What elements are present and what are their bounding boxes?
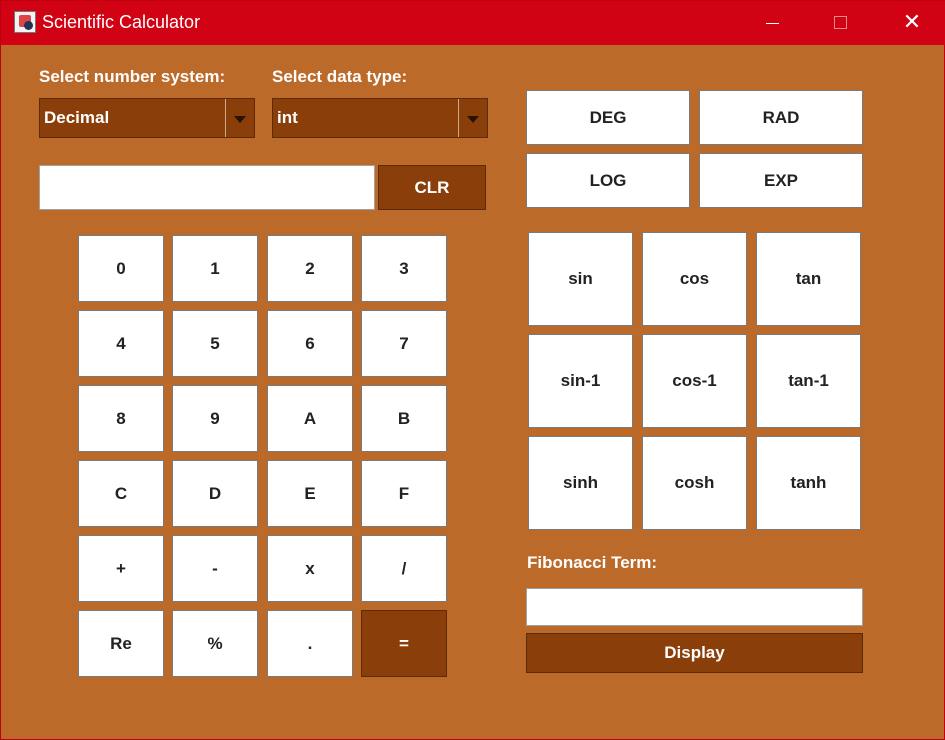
chevron-down-icon[interactable] [458,99,487,137]
key-button[interactable]: 6 [267,310,353,377]
key-button[interactable]: A [267,385,353,452]
key-button[interactable]: F [361,460,447,527]
calculator-window: Scientific Calculator ✕ Select number sy… [0,0,945,740]
key-button[interactable]: . [267,610,353,677]
minimize-button[interactable] [743,1,803,45]
display-field[interactable] [39,165,375,210]
key-button[interactable]: 7 [361,310,447,377]
data-type-value: int [277,108,298,127]
number-system-select[interactable]: Decimal [39,98,255,138]
key-button[interactable]: 9 [172,385,258,452]
key-button[interactable]: 4 [78,310,164,377]
trig-button[interactable]: cos [642,232,747,326]
key-button[interactable]: C [78,460,164,527]
key-button[interactable]: / [361,535,447,602]
trig-button[interactable]: sin [528,232,633,326]
title-bar: Scientific Calculator ✕ [1,1,945,45]
data-type-select[interactable]: int [272,98,488,138]
deg-button[interactable]: DEG [526,90,690,145]
exp-button[interactable]: EXP [699,153,863,208]
close-button[interactable]: ✕ [882,1,942,45]
key-button[interactable]: % [172,610,258,677]
trig-button[interactable]: tan-1 [756,334,861,428]
trig-button[interactable]: sinh [528,436,633,530]
key-button[interactable]: - [172,535,258,602]
trig-button[interactable]: tan [756,232,861,326]
key-button[interactable]: 3 [361,235,447,302]
key-button[interactable]: D [172,460,258,527]
fibonacci-input[interactable] [526,588,863,626]
fibonacci-label: Fibonacci Term: [527,553,658,572]
key-button[interactable]: = [361,610,447,677]
number-system-value: Decimal [44,108,110,127]
maximize-icon [834,16,847,29]
key-button[interactable]: 1 [172,235,258,302]
key-button[interactable]: B [361,385,447,452]
key-button[interactable]: 5 [172,310,258,377]
window-title: Scientific Calculator [42,12,201,32]
maximize-button[interactable] [811,1,871,45]
trig-button[interactable]: sin-1 [528,334,633,428]
data-type-label: Select data type: [272,67,408,86]
key-button[interactable]: 0 [78,235,164,302]
app-icon [14,11,36,33]
trig-button[interactable]: cos-1 [642,334,747,428]
minimize-icon [766,23,779,24]
rad-button[interactable]: RAD [699,90,863,145]
key-button[interactable]: 2 [267,235,353,302]
key-button[interactable]: x [267,535,353,602]
display-button[interactable]: Display [526,633,863,673]
chevron-down-icon[interactable] [225,99,254,137]
close-icon: ✕ [902,10,922,35]
number-system-label: Select number system: [39,67,226,86]
log-button[interactable]: LOG [526,153,690,208]
key-button[interactable]: E [267,460,353,527]
key-button[interactable]: 8 [78,385,164,452]
trig-button[interactable]: tanh [756,436,861,530]
key-button[interactable]: + [78,535,164,602]
clear-button[interactable]: CLR [378,165,486,210]
key-button[interactable]: Re [78,610,164,677]
trig-button[interactable]: cosh [642,436,747,530]
